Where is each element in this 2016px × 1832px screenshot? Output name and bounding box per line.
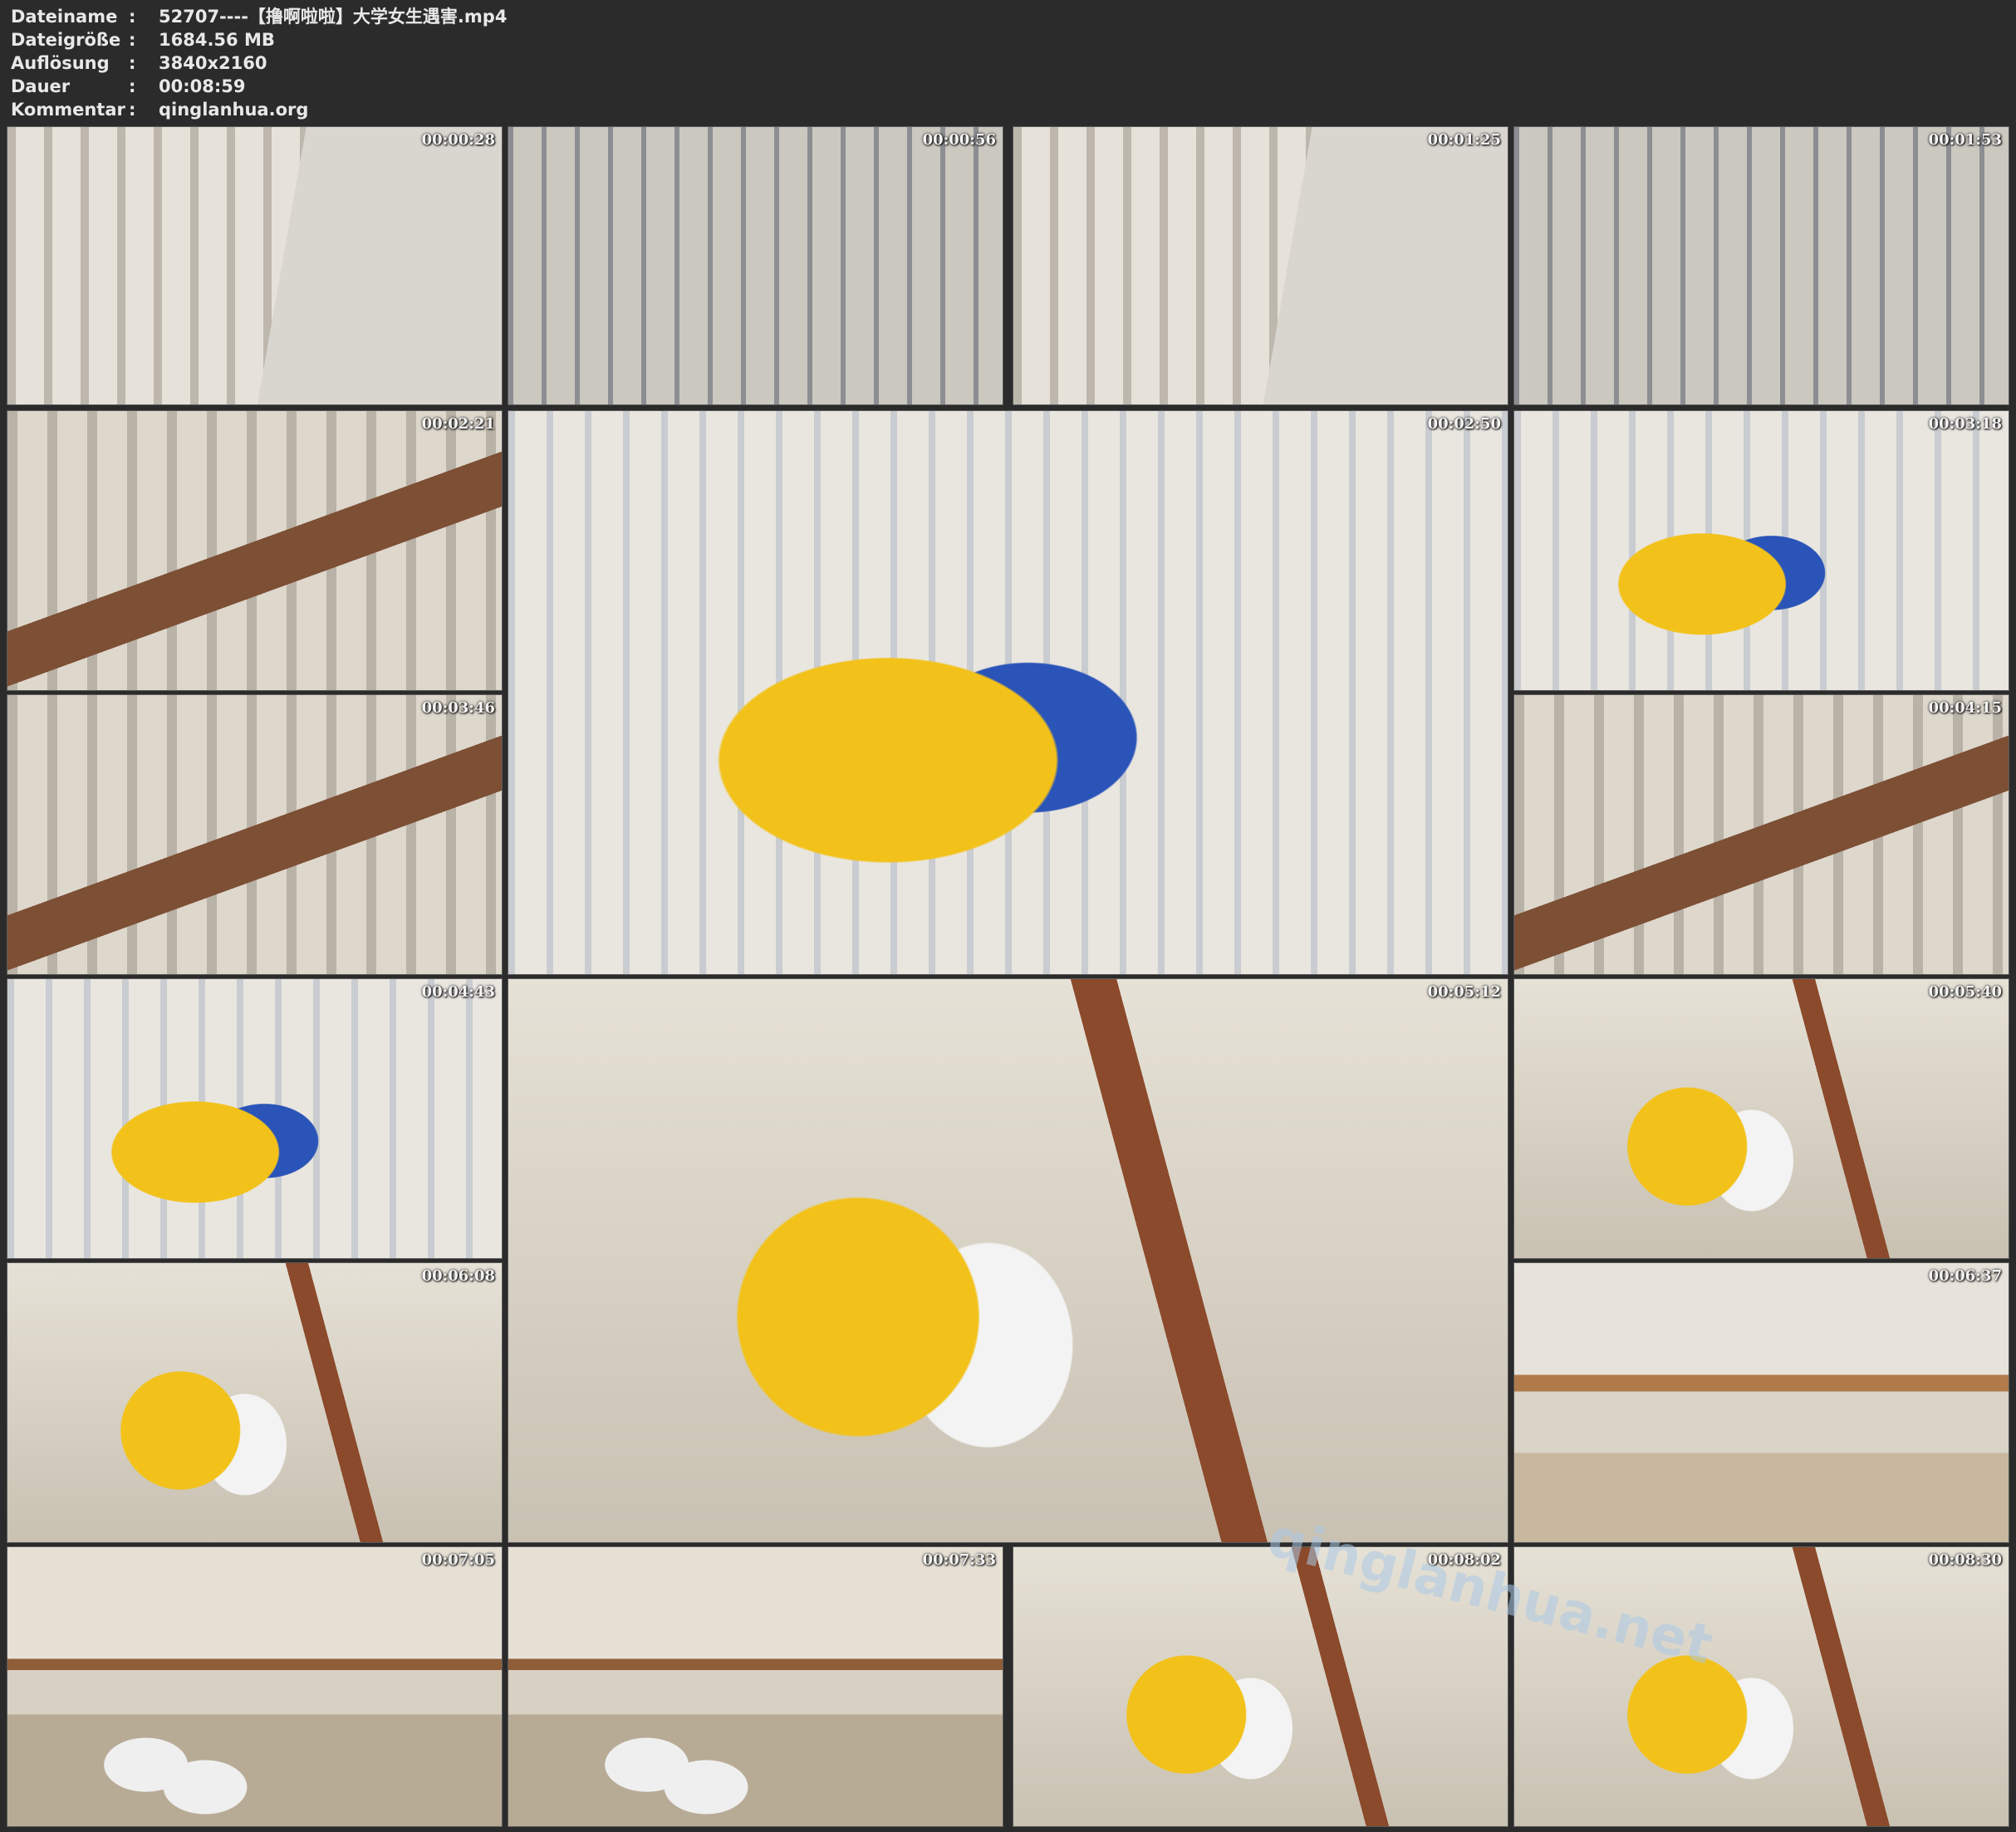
frame-image [1013, 127, 1508, 404]
frame-image [1514, 979, 2009, 1258]
info-value: qinglanhua.org [159, 100, 309, 120]
timestamp-label: 00:03:18 [1928, 415, 2002, 433]
info-value: 3840x2160 [159, 53, 267, 73]
timestamp-label: 00:08:30 [1928, 1551, 2002, 1569]
timestamp-label: 00:03:46 [421, 699, 495, 717]
timestamp-label: 00:00:28 [421, 131, 495, 149]
info-value: 52707----【撸啊啦啦】大学女生遇害.mp4 [159, 7, 508, 27]
timestamp-label: 00:05:40 [1928, 983, 2002, 1001]
info-label: Auflösung [11, 53, 110, 73]
info-separator: : [129, 7, 136, 27]
info-value: 1684.56 MB [159, 30, 275, 50]
thumbnail[interactable]: 00:06:08 [7, 1262, 503, 1543]
timestamp-label: 00:07:33 [922, 1551, 996, 1569]
info-label: Kommentar [11, 100, 125, 120]
frame-image [7, 979, 502, 1258]
timestamp-label: 00:07:05 [421, 1551, 495, 1569]
thumbnail[interactable]: 00:01:53 [1513, 126, 2009, 405]
frame-image [508, 411, 1508, 974]
timestamp-label: 00:01:53 [1928, 131, 2002, 149]
thumbnail[interactable]: 00:03:46 [7, 694, 503, 975]
thumbnail-featured[interactable]: 00:05:12 [508, 978, 1508, 1543]
info-label: Dateigröße [11, 30, 121, 50]
info-separator: : [129, 100, 136, 120]
timestamp-label: 00:00:56 [922, 131, 996, 149]
timestamp-label: 00:04:15 [1928, 699, 2002, 717]
thumbnail[interactable]: 00:00:56 [508, 126, 1003, 405]
thumbnail[interactable]: 00:04:43 [7, 978, 503, 1259]
thumbnail[interactable]: 00:02:21 [7, 410, 503, 691]
frame-image [1514, 695, 2009, 974]
thumbnail[interactable]: 00:01:25 [1013, 126, 1508, 405]
frame-image [7, 1547, 502, 1826]
file-info-header: Dateiname : 52707----【撸啊啦啦】大学女生遇害.mp4 Da… [0, 0, 2016, 125]
timestamp-label: 00:04:43 [421, 983, 495, 1001]
thumbnail[interactable]: 00:04:15 [1513, 694, 2009, 975]
frame-image [1514, 1263, 2009, 1542]
info-separator: : [129, 76, 136, 96]
info-label: Dateiname [11, 7, 118, 27]
info-label: Dauer [11, 76, 71, 96]
info-value: 00:08:59 [159, 76, 246, 96]
frame-image [7, 1263, 502, 1542]
timestamp-label: 00:01:25 [1427, 131, 1501, 149]
frame-image [1514, 127, 2009, 404]
thumbnail[interactable]: 00:03:18 [1513, 410, 2009, 691]
frame-image [7, 127, 502, 404]
info-separator: : [129, 53, 136, 73]
frame-image [508, 1547, 1003, 1826]
thumbnail[interactable]: 00:00:28 [7, 126, 503, 405]
thumbnail[interactable]: 00:07:33 [508, 1546, 1003, 1827]
thumbnail-featured[interactable]: 00:02:50 [508, 410, 1508, 975]
frame-image [7, 411, 502, 690]
frame-image [1514, 411, 2009, 690]
timestamp-label: 00:06:37 [1928, 1267, 2002, 1285]
thumbnail[interactable]: 00:06:37 [1513, 1262, 2009, 1543]
timestamp-label: 00:06:08 [421, 1267, 495, 1285]
frame-image [508, 979, 1508, 1542]
timestamp-label: 00:05:12 [1427, 983, 1501, 1001]
frame-image [7, 695, 502, 974]
timestamp-label: 00:02:50 [1427, 415, 1501, 433]
thumbnail[interactable]: 00:05:40 [1513, 978, 2009, 1259]
info-separator: : [129, 30, 136, 50]
frame-image [508, 127, 1003, 404]
timestamp-label: 00:02:21 [421, 415, 495, 433]
thumbnail[interactable]: 00:07:05 [7, 1546, 503, 1827]
